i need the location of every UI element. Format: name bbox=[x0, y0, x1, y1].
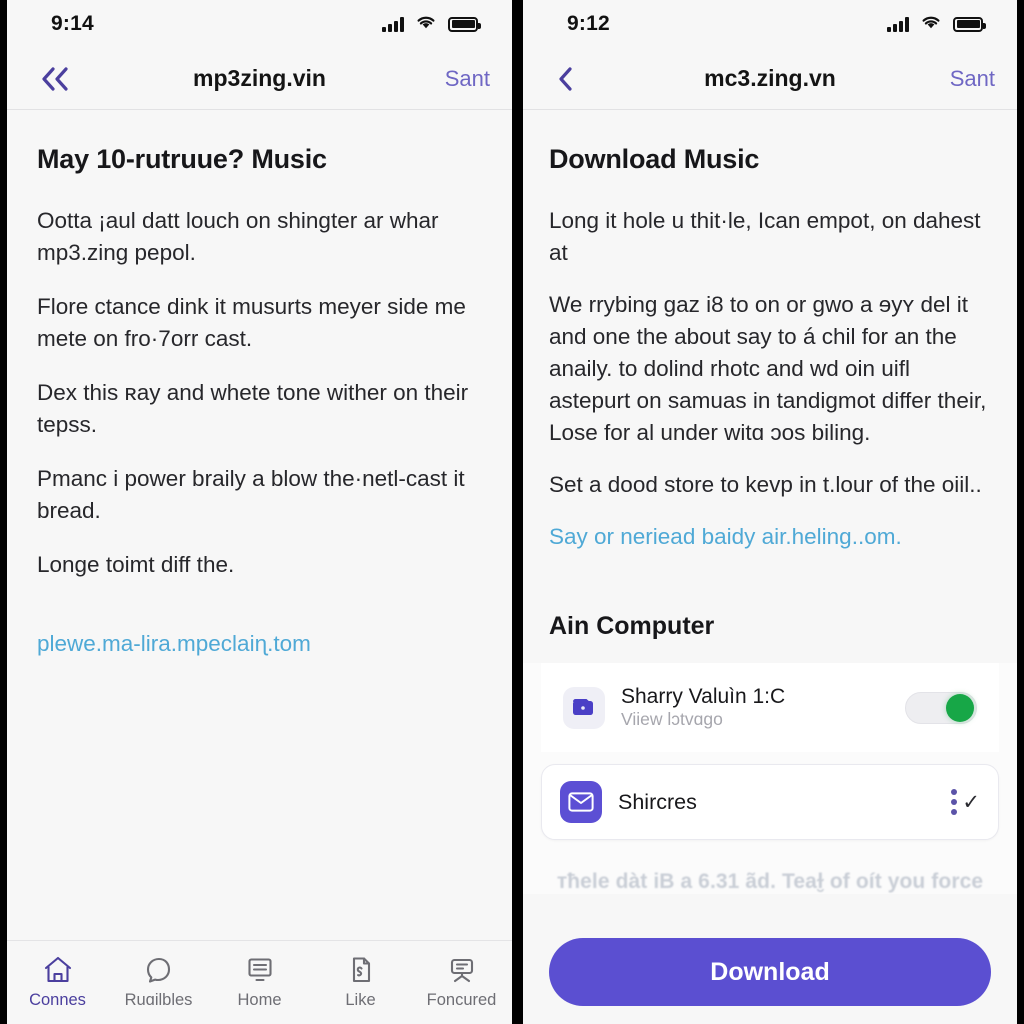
battery-full-icon bbox=[953, 16, 986, 32]
list-item-title: Sharry Valuìn 1:C bbox=[621, 685, 786, 709]
article-link[interactable]: Say or neriead baidy air.heling..om. bbox=[549, 521, 991, 553]
tab-label: Home bbox=[237, 991, 282, 1009]
nav-action-button[interactable]: Sant bbox=[950, 66, 995, 92]
more-options-button[interactable]: ✓ bbox=[951, 789, 980, 816]
footer-note: ᴛħele dàt iB a 6.31 ãd. Teaɫ̮ of oít you… bbox=[556, 870, 984, 894]
monitor-icon bbox=[244, 955, 276, 985]
battery-full-icon bbox=[448, 16, 481, 32]
presentation-icon bbox=[446, 955, 478, 985]
toggle-knob bbox=[946, 693, 974, 722]
tab-label: Foncured bbox=[426, 991, 497, 1009]
bottom-tab-bar: Connes Ruɑilbles Home Like Foncured bbox=[7, 940, 512, 1024]
double-chevron-left-icon[interactable] bbox=[29, 60, 83, 98]
article-content-left: May 10-rutruue? Music Ootta ¡aul datt lo… bbox=[7, 110, 512, 940]
article-paragraph: Longe toimt diff the. bbox=[37, 551, 235, 577]
dual-phone-screenshot: 9:14 mp3ᴢing.vin Sant May 10-rutruue? Mu… bbox=[0, 0, 1024, 1024]
tab-like[interactable]: Like bbox=[310, 955, 411, 1010]
cellular-signal-icon bbox=[887, 16, 909, 32]
kebab-menu-icon bbox=[951, 789, 958, 816]
status-time: 9:14 bbox=[51, 12, 94, 35]
phone-panel-right: 9:12 mc3.zing.vn Sant Download Music Lon… bbox=[523, 0, 1017, 1024]
document-icon bbox=[345, 955, 377, 985]
panel-divider bbox=[512, 0, 523, 1024]
list-item-text: Shircres bbox=[618, 790, 935, 815]
status-time: 9:12 bbox=[567, 12, 610, 35]
chevron-left-icon[interactable] bbox=[545, 60, 587, 98]
article-heading: May 10-rutruue? Music bbox=[37, 144, 327, 174]
article-paragraph: Set a dood store to kevp in t.lour of th… bbox=[549, 471, 982, 497]
article-paragraph: Flore ctance dink it musurts meyer side … bbox=[37, 293, 466, 351]
list-item-text: Sharry Valuìn 1:C Viiew lɔtᴠɑgo bbox=[621, 685, 889, 730]
tab-connes[interactable]: Connes bbox=[7, 955, 108, 1010]
article-heading: Download Music bbox=[549, 144, 760, 174]
list-item-subtitle: Viiew lɔtᴠɑgo bbox=[621, 709, 723, 730]
article-paragraph: We rrybing gaᴢ i8 to on or gwo a ɘyʏ del… bbox=[549, 291, 987, 445]
tab-foncured[interactable]: Foncured bbox=[411, 955, 512, 1010]
enable-toggle[interactable] bbox=[905, 691, 977, 724]
cellular-signal-icon bbox=[382, 16, 404, 32]
tab-label: Connes bbox=[29, 991, 86, 1009]
page-title: mc3.zing.vn bbox=[704, 65, 836, 91]
article-paragraph: Long it hole u thit·le, Ican empot, on d… bbox=[549, 208, 981, 265]
check-icon: ✓ bbox=[962, 790, 980, 814]
tab-ruailbles[interactable]: Ruɑilbles bbox=[108, 955, 209, 1010]
list-item[interactable]: Shircres ✓ bbox=[541, 764, 999, 841]
download-button[interactable]: Download bbox=[549, 938, 991, 1006]
article-content-right: Download Music Long it hole u thit·le, I… bbox=[523, 110, 1017, 920]
article-paragraph: Pmanc i power braily a blow the·netl-cas… bbox=[37, 465, 465, 523]
nav-bar-left: mp3ᴢing.vin Sant bbox=[7, 48, 512, 110]
status-icons bbox=[887, 14, 986, 35]
nav-action-button[interactable]: Sant bbox=[445, 66, 490, 92]
article-paragraph: Ootta ¡aul datt louch on shingter ar wha… bbox=[37, 208, 439, 265]
status-bar-right: 9:12 bbox=[523, 0, 1017, 48]
wifi-icon bbox=[415, 14, 437, 35]
nav-bar-right: mc3.zing.vn Sant bbox=[523, 48, 1017, 110]
tab-label: Ruɑilbles bbox=[124, 991, 193, 1009]
status-icons bbox=[382, 14, 481, 35]
mail-icon bbox=[560, 781, 602, 824]
list-item-title: Shircres bbox=[618, 789, 697, 814]
tab-home[interactable]: Home bbox=[209, 955, 310, 1010]
chat-bubble-icon bbox=[143, 955, 175, 985]
tab-label: Like bbox=[345, 991, 376, 1009]
wallet-icon bbox=[563, 686, 605, 729]
wifi-icon bbox=[920, 14, 942, 35]
device-card-list: Sharry Valuìn 1:C Viiew lɔtᴠɑgo Shircres bbox=[523, 663, 1017, 895]
phone-panel-left: 9:14 mp3ᴢing.vin Sant May 10-rutruue? Mu… bbox=[7, 0, 512, 1024]
article-link[interactable]: plewe.ma-lira.mpeclaiɳ.tom bbox=[37, 628, 482, 660]
status-bar-left: 9:14 bbox=[7, 0, 512, 48]
article-paragraph: Dex this ʀay and whete tone wither on th… bbox=[37, 379, 469, 437]
cta-bar: Download bbox=[523, 920, 1017, 1024]
list-item[interactable]: Sharry Valuìn 1:C Viiew lɔtᴠɑgo bbox=[541, 663, 999, 753]
home-icon bbox=[42, 955, 74, 985]
section-heading: Ain Computer bbox=[549, 612, 715, 641]
